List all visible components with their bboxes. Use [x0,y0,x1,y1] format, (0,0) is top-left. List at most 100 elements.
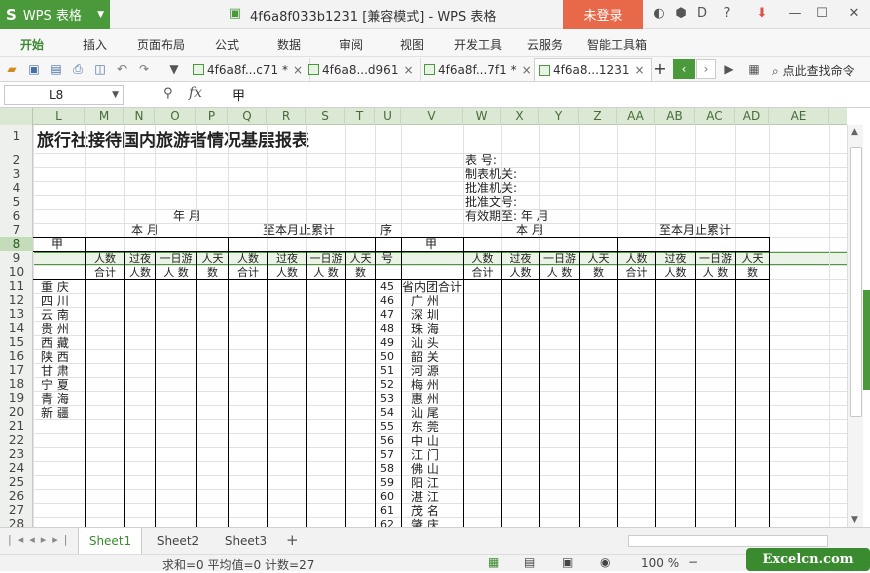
table-header-cell[interactable]: 过夜 [269,252,305,266]
row-header[interactable]: 11 [0,279,33,293]
meta-issuing-authority[interactable]: 制表机关: [465,167,517,181]
row-number[interactable]: 49 [380,336,394,350]
column-header[interactable]: L [33,108,85,125]
row-header[interactable]: 18 [0,377,33,391]
sheet-tab-3[interactable]: Sheet3 [214,528,278,554]
table-header-cell[interactable]: 一日游 [308,252,344,266]
menu-view[interactable]: 视图 [400,36,424,53]
command-search[interactable]: ⌕ 点此查找命令 [772,62,855,79]
sheet-tab-2[interactable]: Sheet2 [146,528,210,554]
row-number[interactable]: 59 [380,476,394,490]
table-header-cell[interactable]: 数 [347,266,374,280]
formula-input[interactable]: 甲 [232,85,245,104]
region-name[interactable]: 珠 海 [411,322,439,336]
name-box[interactable]: L8 ▼ [4,85,124,105]
download-icon[interactable]: ⬇ [753,5,771,23]
column-header[interactable]: W [463,108,501,125]
row-number[interactable]: 50 [380,350,394,364]
slideshow-icon[interactable]: ▶ [721,61,737,77]
column-header[interactable]: Y [539,108,579,125]
region-name[interactable]: 贵 州 [41,322,69,336]
print-preview-icon[interactable]: ◫ [92,61,108,77]
column-header[interactable]: AE [769,108,829,125]
scroll-down-icon[interactable]: ▼ [851,515,858,525]
table-header-cell[interactable]: 人数 [87,252,123,266]
select-all-corner[interactable] [0,108,33,125]
column-header[interactable]: AD [735,108,769,125]
scroll-thumb[interactable] [850,147,862,417]
column-header[interactable]: AC [695,108,735,125]
region-name[interactable]: 深 圳 [411,308,439,322]
region-name[interactable]: 茂 名 [411,504,439,518]
column-header[interactable]: O [155,108,196,125]
table-header-cell[interactable]: 一日游 [157,252,195,266]
region-name[interactable]: 韶 关 [411,350,439,364]
table-header-cell[interactable]: 人天 [581,252,616,266]
row-header[interactable]: 22 [0,433,33,447]
minimize-icon[interactable]: — [786,5,804,23]
row-number[interactable]: 55 [380,420,394,434]
menu-cloud[interactable]: 云服务 [527,36,563,53]
header-jia-right[interactable]: 甲 [425,237,437,251]
row-header[interactable]: 15 [0,335,33,349]
region-name[interactable]: 重 庆 [41,280,69,294]
table-header-cell[interactable]: 人数 [230,252,266,266]
region-name[interactable]: 惠 州 [411,392,439,406]
tab-scroll-right-icon[interactable]: › [696,59,716,79]
header-hao[interactable]: 号 [381,251,393,265]
table-header-cell[interactable]: 人 数 [157,266,195,280]
row-number[interactable]: 56 [380,434,394,448]
row-header[interactable]: 24 [0,461,33,475]
table-header-cell[interactable]: 人数 [126,266,154,280]
table-header-cell[interactable]: 人 数 [697,266,734,280]
region-name[interactable]: 河 源 [411,364,439,378]
table-header-cell[interactable]: 人 数 [308,266,344,280]
zoom-out-icon[interactable]: − [688,555,698,569]
table-header-cell[interactable]: 人天 [737,252,768,266]
row-header[interactable]: 4 [0,181,33,195]
region-name[interactable]: 宁 夏 [41,378,69,392]
app-menu-button[interactable]: S WPS 表格 ▼ [0,0,110,29]
row-number[interactable]: 46 [380,294,394,308]
settings-icon[interactable]: ⬢ [672,5,690,23]
share-icon[interactable]: D [693,5,711,23]
table-header-cell[interactable]: 一日游 [541,252,578,266]
menu-smart-tools[interactable]: 智能工具箱 [587,36,647,53]
menu-insert[interactable]: 插入 [83,36,107,53]
column-header[interactable]: P [196,108,228,125]
close-icon[interactable]: ✕ [845,5,863,23]
doc-tab-active[interactable]: 4f6a8...1231 × [534,58,652,81]
region-name[interactable]: 甘 肃 [41,364,69,378]
region-name[interactable]: 梅 州 [411,378,439,392]
region-name[interactable]: 云 南 [41,308,69,322]
cell-area[interactable]: 旅行社接待国内旅游者情况基层报表 表 号: 制表机关: 批准机关: 批准文号: … [33,125,847,527]
region-name[interactable]: 广 州 [411,294,439,308]
menu-data[interactable]: 数据 [277,36,301,53]
column-header[interactable]: R [267,108,306,125]
region-name[interactable]: 四 川 [41,294,69,308]
region-name[interactable]: 新 疆 [41,406,69,420]
row-number[interactable]: 60 [380,490,394,504]
row-number[interactable]: 48 [380,322,394,336]
row-number[interactable]: 45 [380,280,394,294]
table-header-cell[interactable]: 合计 [619,266,654,280]
column-header[interactable]: N [124,108,155,125]
header-seq[interactable]: 序 [380,223,392,237]
table-header-cell[interactable]: 过夜 [126,252,154,266]
row-header[interactable]: 20 [0,405,33,419]
export-pdf-icon[interactable]: ▤ [48,61,64,77]
table-header-cell[interactable]: 人 数 [541,266,578,280]
save-icon[interactable]: ▣ [26,61,42,77]
horizontal-scrollbar[interactable] [628,535,828,547]
column-header[interactable]: U [375,108,401,125]
open-folder-icon[interactable]: ▰ [4,61,20,77]
column-header[interactable]: V [401,108,463,125]
row-header[interactable]: 7 [0,223,33,237]
row-header[interactable]: 14 [0,321,33,335]
column-header[interactable]: AB [655,108,695,125]
menu-page-layout[interactable]: 页面布局 [137,36,185,53]
region-name[interactable]: 汕 尾 [411,406,439,420]
row-number[interactable]: 62 [380,518,394,527]
scroll-up-icon[interactable]: ▲ [851,127,858,137]
zoom-level[interactable]: 100 % [641,556,679,570]
